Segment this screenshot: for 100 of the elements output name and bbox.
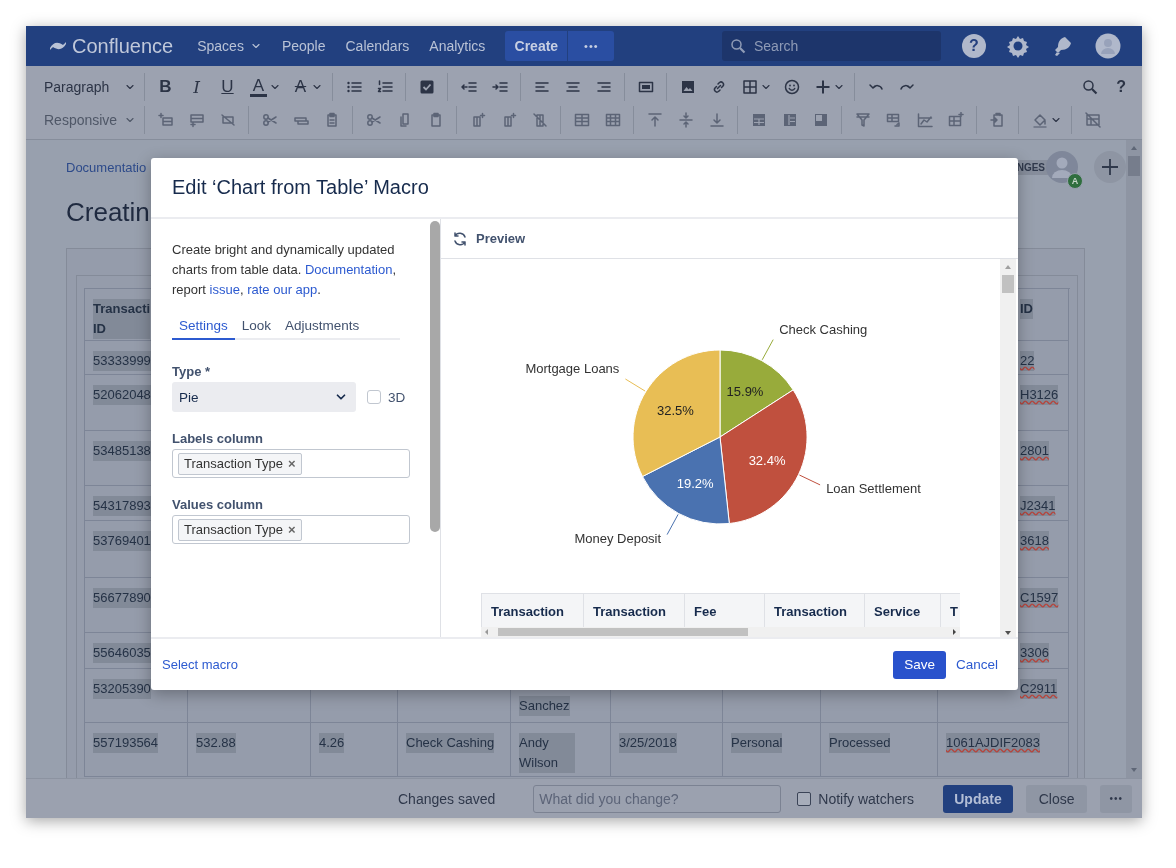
avatar-badge: A [1067,173,1083,189]
field-label: Values column [172,497,265,512]
field-label: Labels column [172,431,265,446]
nav-link[interactable]: Spaces [197,38,244,54]
breadcrumb-link[interactable]: Documentatio [66,159,147,175]
table-icon[interactable] [741,78,758,95]
table-off-icon[interactable] [1084,111,1101,128]
grid-full-icon[interactable] [604,111,621,128]
column-header: Transacti ID [93,299,151,339]
row-delete-icon[interactable] [219,111,236,128]
table-cell: H3126 [1020,385,1059,405]
preview-label: Preview [476,231,526,246]
table-cell: 56677890 [93,588,151,608]
numbered-list-icon[interactable] [376,78,393,95]
update-button[interactable]: Update [943,784,1013,813]
horizontal-scrollbar[interactable] [481,627,960,637]
search-icon[interactable] [1082,78,1099,95]
plus-icon [1101,158,1119,176]
table-cell: 3306 [1020,643,1049,663]
cell-icon[interactable] [812,111,829,128]
scissors-icon[interactable] [261,111,278,128]
column-delete-icon[interactable] [531,111,548,128]
table-swap-icon[interactable] [885,111,902,128]
text-style-button[interactable]: A [292,76,309,97]
chart-label: Mortgage Loans [525,361,620,376]
emoji-icon[interactable] [783,78,800,95]
table-cell: 55646035 [93,643,151,663]
comment-field[interactable]: What did you change? [533,784,782,813]
more-button[interactable]: ••• [567,31,615,61]
table-cell: 52062048 [93,385,151,405]
tag-label: Transaction Type [184,522,283,537]
italic-button[interactable]: I [188,76,205,97]
plus-icon[interactable] [814,78,831,95]
table-cell: 557193564 [93,733,159,753]
chart-label: Check Cashing [779,321,868,337]
remove-button[interactable]: × [288,522,296,537]
table-cell: Personal [731,733,783,753]
nav-link[interactable]: Calendars [345,38,410,54]
avatar-icon[interactable] [1046,151,1078,183]
tag-label: Transaction Type [184,456,283,471]
slice-value-label: 32.4% [748,452,786,468]
table-cell: Check Cashing [406,733,495,753]
grid-icon[interactable] [573,111,590,128]
text-link[interactable]: issue [209,282,240,297]
nav-link[interactable]: People [281,38,326,54]
table-add-icon[interactable] [947,111,964,128]
text-color-button[interactable]: A [250,76,267,97]
align-top-icon[interactable] [646,111,663,128]
table-cell: 54317893 [93,496,151,516]
checkbox-icon[interactable] [418,78,435,95]
save-button[interactable]: Save [893,650,946,679]
table-cell: C2911 [1020,679,1058,699]
add-button[interactable] [1094,151,1126,183]
product-name: Confluence [72,34,174,58]
help-button[interactable]: ? [962,34,986,58]
nav-link[interactable]: Analytics [429,38,486,54]
more-button[interactable]: ••• [1100,784,1132,813]
checkbox[interactable] [797,791,812,806]
leader-line [624,378,646,392]
paint-bucket-icon[interactable] [1031,111,1048,128]
align-bottom-icon[interactable] [708,111,725,128]
underline-button[interactable]: U [219,76,236,97]
paragraph-style-select[interactable]: Paragraph [42,78,138,95]
row-add-below-icon[interactable] [188,111,205,128]
table-mode-select[interactable]: Responsive [42,111,138,128]
filter-icon[interactable] [854,111,871,128]
column-field[interactable]: Transaction Type × [172,449,410,478]
cancel-link[interactable]: Cancel [955,657,998,672]
tab[interactable]: Look [234,314,279,340]
table-header-icon[interactable] [750,111,767,128]
tab[interactable]: Settings [172,314,235,340]
image-icon[interactable] [679,78,696,95]
search-field[interactable]: Search [722,31,941,61]
select-macro-link[interactable]: Select macro [162,657,238,672]
merge-icon[interactable] [989,111,1006,128]
row-add-icon[interactable] [157,111,174,128]
help-button[interactable]: ? [1116,77,1126,96]
scrollbar[interactable] [1126,140,1142,778]
scrollbar[interactable] [1000,259,1016,637]
table-cell: 1061AJDIF2083 [946,733,1040,753]
type-select[interactable]: Pie [172,382,356,412]
table-column-icon[interactable] [781,111,798,128]
refresh-icon[interactable] [452,230,468,247]
align-middle-icon[interactable] [677,111,694,128]
table-cell: 532.88 [196,733,236,753]
checkbox-label: 3D [388,389,406,405]
column-field[interactable]: Transaction Type × [172,515,410,544]
scissors-icon[interactable] [365,111,382,128]
create-button[interactable]: Create [505,31,568,61]
table-cell: 3/25/2018 [619,733,677,753]
close-button[interactable]: Close [1025,784,1088,813]
remove-button[interactable]: × [288,456,296,471]
avatar-icon[interactable] [1095,33,1121,59]
table-cell: 53333999 [93,351,151,371]
tab[interactable]: Adjustments [278,314,367,340]
bold-button[interactable]: B [157,76,174,97]
column-header: ID [1020,299,1033,319]
chart-icon[interactable] [916,111,933,128]
scrollbar[interactable] [430,219,441,637]
table-cell: 22 [1020,351,1035,371]
